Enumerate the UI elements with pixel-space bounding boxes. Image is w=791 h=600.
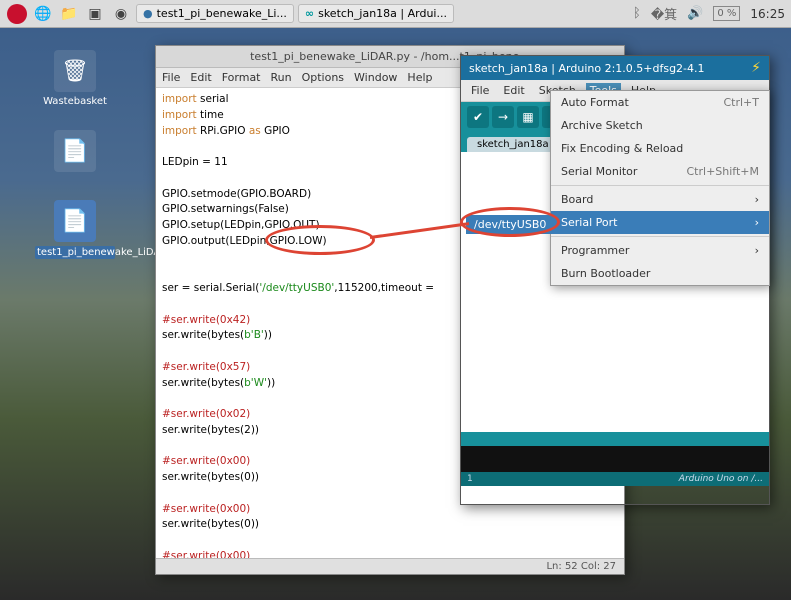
- task-label: test1_pi_benewake_Li...: [157, 7, 287, 20]
- app-icon[interactable]: ◉: [110, 3, 132, 25]
- line-number: 1: [467, 474, 473, 484]
- clock[interactable]: 16:25: [750, 7, 785, 21]
- serialport-value[interactable]: /dev/ttyUSB0: [466, 215, 554, 234]
- menu-file[interactable]: File: [162, 71, 180, 84]
- menu-autoformat[interactable]: Auto FormatCtrl+T: [551, 91, 769, 114]
- taskbar-item-arduino[interactable]: ∞sketch_jan18a | Ardui...: [298, 4, 454, 23]
- sketch-tab[interactable]: sketch_jan18a: [467, 137, 559, 152]
- icon-label: Wastebasket: [35, 96, 115, 107]
- window-title-bar: sketch_jan18a | Arduino 2:1.0.5+dfsg2-4.…: [461, 56, 769, 80]
- system-tray: ᛒ �箕 🔊 0 % 16:25: [633, 4, 785, 23]
- volume-icon[interactable]: 🔊: [687, 6, 703, 21]
- terminal-icon[interactable]: ▣: [84, 3, 106, 25]
- trash-icon: 🗑: [54, 50, 96, 92]
- files-icon[interactable]: 📁: [58, 3, 80, 25]
- verify-button[interactable]: ✔: [467, 106, 489, 128]
- desktop-icon-doc1[interactable]: 📄: [35, 130, 115, 176]
- arduino-statusbar: 1 Arduino Uno on /...: [461, 472, 769, 486]
- wifi-icon[interactable]: �箕: [651, 4, 677, 23]
- menu-fixencoding[interactable]: Fix Encoding & Reload: [551, 137, 769, 160]
- document-icon: 📄: [54, 130, 96, 172]
- taskbar-item-editor[interactable]: ●test1_pi_benewake_Li...: [136, 4, 294, 23]
- upload-button[interactable]: →: [492, 106, 514, 128]
- battery-indicator[interactable]: 0 %: [713, 6, 740, 21]
- board-info: Arduino Uno on /...: [679, 474, 763, 484]
- menu-edit[interactable]: Edit: [190, 71, 211, 84]
- menu-burnbootloader[interactable]: Burn Bootloader: [551, 262, 769, 285]
- menu-file[interactable]: File: [467, 83, 493, 98]
- menu-board[interactable]: Board: [551, 188, 769, 211]
- menu-icon[interactable]: [6, 3, 28, 25]
- menu-serialmonitor[interactable]: Serial MonitorCtrl+Shift+M: [551, 160, 769, 183]
- system-top-panel: 🌐 📁 ▣ ◉ ●test1_pi_benewake_Li... ∞sketch…: [0, 0, 791, 28]
- bolt-icon: ⚡: [751, 60, 761, 76]
- bluetooth-icon[interactable]: ᛒ: [633, 6, 641, 21]
- window-title: sketch_jan18a | Arduino 2:1.0.5+dfsg2-4.…: [469, 62, 705, 75]
- tools-dropdown: Auto FormatCtrl+T Archive Sketch Fix Enc…: [550, 90, 770, 286]
- web-icon[interactable]: 🌐: [32, 3, 54, 25]
- menu-archive[interactable]: Archive Sketch: [551, 114, 769, 137]
- menu-edit[interactable]: Edit: [499, 83, 528, 98]
- icon-label: test1_pi_benewake_LiDAR...: [35, 246, 115, 259]
- menu-window[interactable]: Window: [354, 71, 397, 84]
- desktop-icon-wastebasket[interactable]: 🗑 Wastebasket: [35, 50, 115, 107]
- new-button[interactable]: ▦: [517, 106, 539, 128]
- task-label: sketch_jan18a | Ardui...: [318, 7, 447, 20]
- desktop-icon-script[interactable]: 📄 test1_pi_benewake_LiDAR...: [35, 200, 115, 259]
- document-icon: 📄: [54, 200, 96, 242]
- menu-run[interactable]: Run: [271, 71, 292, 84]
- menu-options[interactable]: Options: [302, 71, 344, 84]
- menu-programmer[interactable]: Programmer: [551, 239, 769, 262]
- console-area: [461, 432, 769, 472]
- menu-format[interactable]: Format: [222, 71, 261, 84]
- status-bar: Ln: 52 Col: 27: [156, 558, 624, 574]
- menu-help[interactable]: Help: [407, 71, 432, 84]
- menu-serialport[interactable]: Serial Port: [551, 211, 769, 234]
